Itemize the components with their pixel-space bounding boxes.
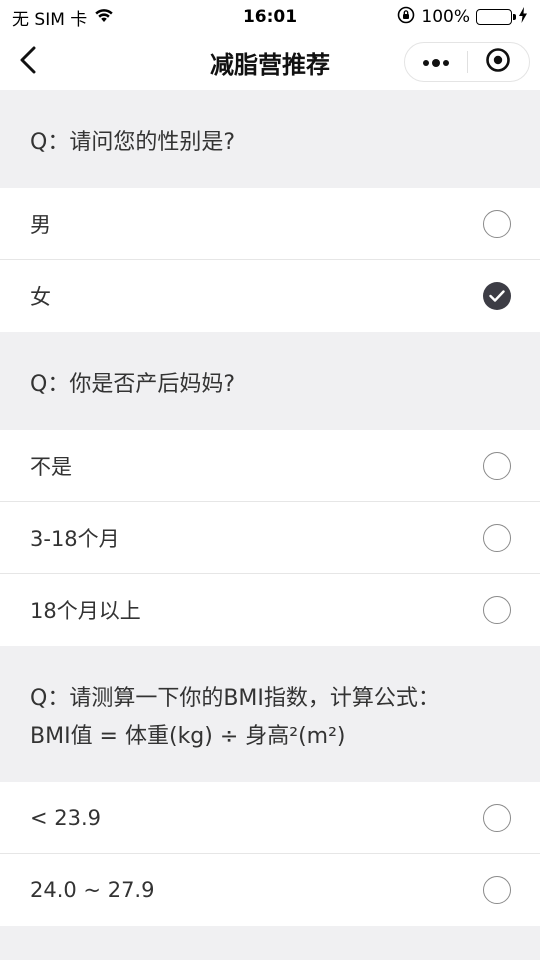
radio-unchecked-icon[interactable] xyxy=(483,596,511,624)
radio-unchecked-icon[interactable] xyxy=(483,209,511,238)
question-bmi: Q：请测算一下你的BMI指数，计算公式： BMI值 = 体重(kg) ÷ 身高²… xyxy=(0,646,540,782)
question-text-line1: Q：请测算一下你的BMI指数，计算公式： xyxy=(30,686,440,711)
radio-unchecked-icon[interactable] xyxy=(483,523,511,552)
battery-percent: 100% xyxy=(421,7,470,27)
capsule-menu xyxy=(404,42,530,82)
question-text: Q：请问您的性别是? xyxy=(30,130,235,155)
app-screen: 无 SIM 卡 16:01 100% 减脂营推荐 Q：请问您的性别是? 男 女 … xyxy=(0,0,540,960)
status-left: 无 SIM 卡 xyxy=(12,5,115,30)
wifi-icon xyxy=(93,7,115,28)
option-bmi-under-23-9[interactable]: < 23.9 xyxy=(0,782,540,854)
option-3-18-months[interactable]: 3-18个月 xyxy=(0,502,540,574)
option-label: 3-18个月 xyxy=(30,526,120,551)
target-close-icon xyxy=(485,47,511,77)
radio-unchecked-icon[interactable] xyxy=(483,803,511,832)
option-over-18-months[interactable]: 18个月以上 xyxy=(0,574,540,646)
option-label: < 23.9 xyxy=(30,805,102,830)
options-bmi: < 23.9 24.0 ~ 27.9 xyxy=(0,782,540,926)
status-bar: 无 SIM 卡 16:01 100% xyxy=(0,0,540,34)
carrier-text: 无 SIM 卡 xyxy=(12,9,88,30)
option-label: 18个月以上 xyxy=(30,599,141,623)
nav-bar: 减脂营推荐 xyxy=(0,34,540,90)
status-right: 100% xyxy=(397,6,528,29)
option-label: 男 xyxy=(30,212,51,237)
option-female[interactable]: 女 xyxy=(0,260,540,332)
option-label: 女 xyxy=(30,285,51,309)
charging-icon xyxy=(518,6,528,28)
back-button[interactable] xyxy=(10,44,46,80)
options-postpartum: 不是 3-18个月 18个月以上 xyxy=(0,430,540,646)
more-dots-icon xyxy=(421,53,451,72)
radio-checked-icon[interactable] xyxy=(483,282,511,310)
question-postpartum: Q：你是否产后妈妈? xyxy=(0,332,540,430)
battery-icon xyxy=(476,9,516,25)
options-gender: 男 女 xyxy=(0,188,540,332)
option-male[interactable]: 男 xyxy=(0,188,540,260)
option-label: 不是 xyxy=(30,454,72,479)
questionnaire: Q：请问您的性别是? 男 女 Q：你是否产后妈妈? 不是 3-18个月 18个月… xyxy=(0,90,540,926)
option-not-postpartum[interactable]: 不是 xyxy=(0,430,540,502)
more-button[interactable] xyxy=(405,43,467,81)
option-bmi-24-27-9[interactable]: 24.0 ~ 27.9 xyxy=(0,854,540,926)
orientation-lock-icon xyxy=(397,6,415,29)
page-title: 减脂营推荐 xyxy=(210,50,330,79)
radio-unchecked-icon[interactable] xyxy=(483,876,511,904)
question-gender: Q：请问您的性别是? xyxy=(0,90,540,188)
radio-unchecked-icon[interactable] xyxy=(483,451,511,480)
chevron-left-icon xyxy=(19,46,37,78)
question-text-line2: BMI值 = 体重(kg) ÷ 身高²(m²) xyxy=(30,724,346,749)
option-label: 24.0 ~ 27.9 xyxy=(30,878,155,902)
close-miniprogram-button[interactable] xyxy=(468,43,530,81)
question-text: Q：你是否产后妈妈? xyxy=(30,372,235,397)
